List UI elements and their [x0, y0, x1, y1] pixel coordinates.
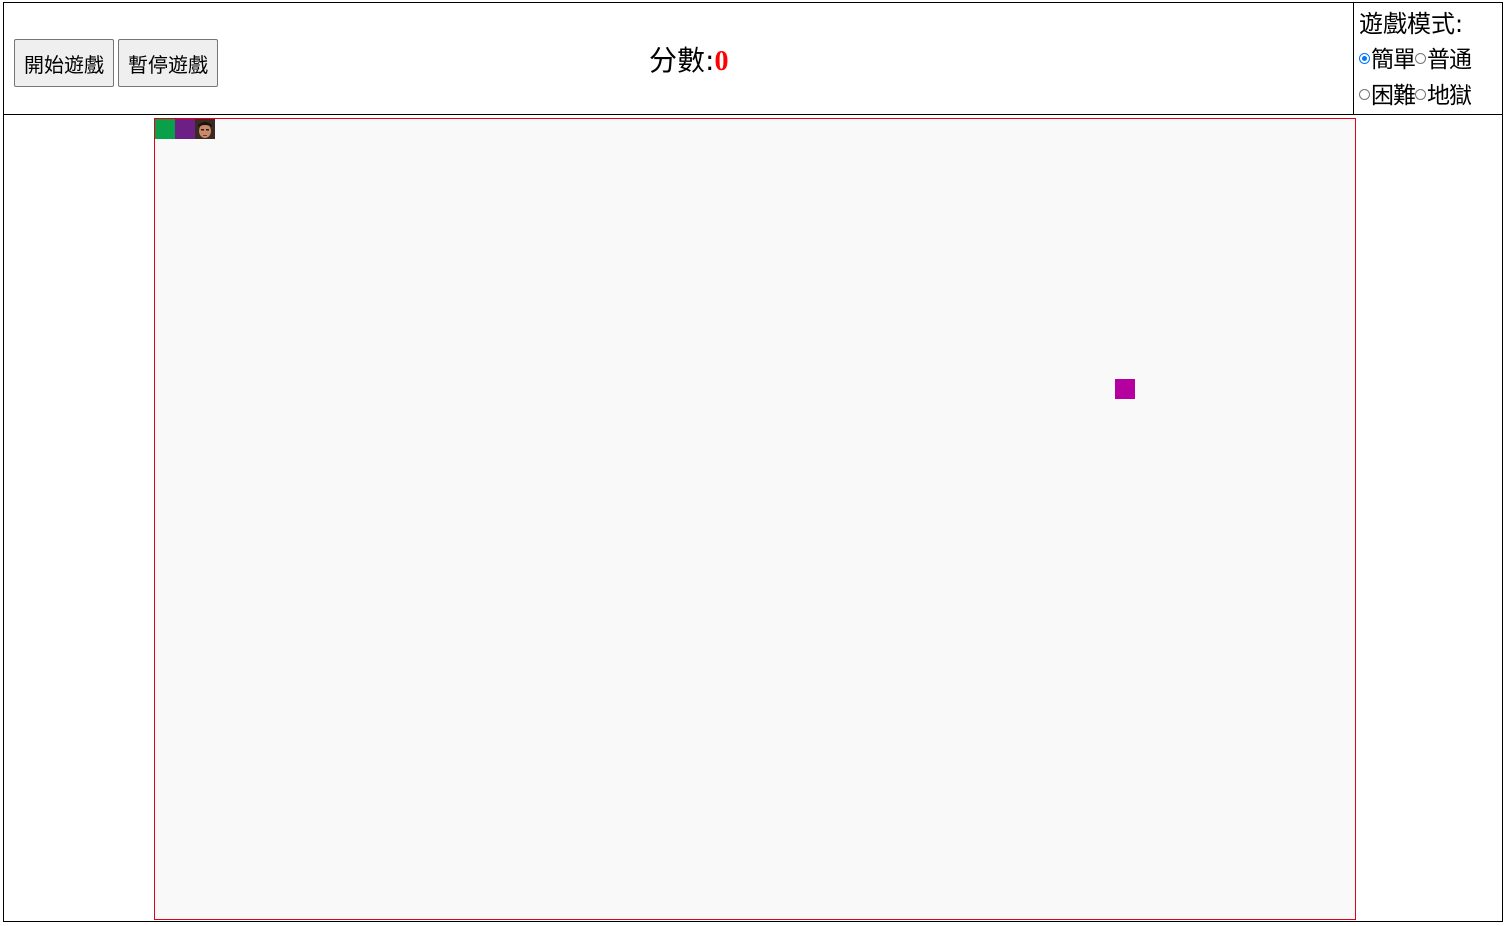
top-bar: 開始遊戲 暫停遊戲 分數:0 遊戲模式: 簡單 普通 困難 地獄: [4, 3, 1502, 115]
start-game-button[interactable]: 開始遊戲: [14, 39, 114, 87]
mode-hell-label[interactable]: 地獄: [1427, 83, 1472, 109]
snake-tail-segment: [155, 119, 175, 139]
game-board[interactable]: [154, 118, 1356, 920]
game-container: 開始遊戲 暫停遊戲 分數:0 遊戲模式: 簡單 普通 困難 地獄: [3, 2, 1503, 922]
mode-easy-label[interactable]: 簡單: [1371, 47, 1416, 73]
score-label: 分數:: [649, 44, 715, 77]
pause-game-button[interactable]: 暫停遊戲: [118, 39, 218, 87]
face-avatar-icon: [195, 119, 215, 139]
mode-row-1: 簡單 普通: [1359, 42, 1502, 78]
mode-easy-radio[interactable]: [1359, 53, 1370, 64]
food-item: [1115, 379, 1135, 399]
score-display: 分數:0: [649, 39, 728, 79]
mode-normal-label[interactable]: 普通: [1427, 47, 1472, 73]
mode-hard-radio[interactable]: [1359, 89, 1370, 100]
mode-hell-radio[interactable]: [1415, 89, 1426, 100]
snake-body-segment: [175, 119, 195, 139]
mode-hard-label[interactable]: 困難: [1371, 83, 1416, 109]
game-mode-title: 遊戲模式:: [1359, 10, 1464, 38]
snake-head: [195, 119, 215, 139]
mode-row-2: 困難 地獄: [1359, 78, 1502, 114]
score-value: 0: [714, 46, 729, 77]
mode-normal-radio[interactable]: [1415, 53, 1426, 64]
game-mode-panel: 遊戲模式: 簡單 普通 困難 地獄: [1353, 3, 1502, 114]
